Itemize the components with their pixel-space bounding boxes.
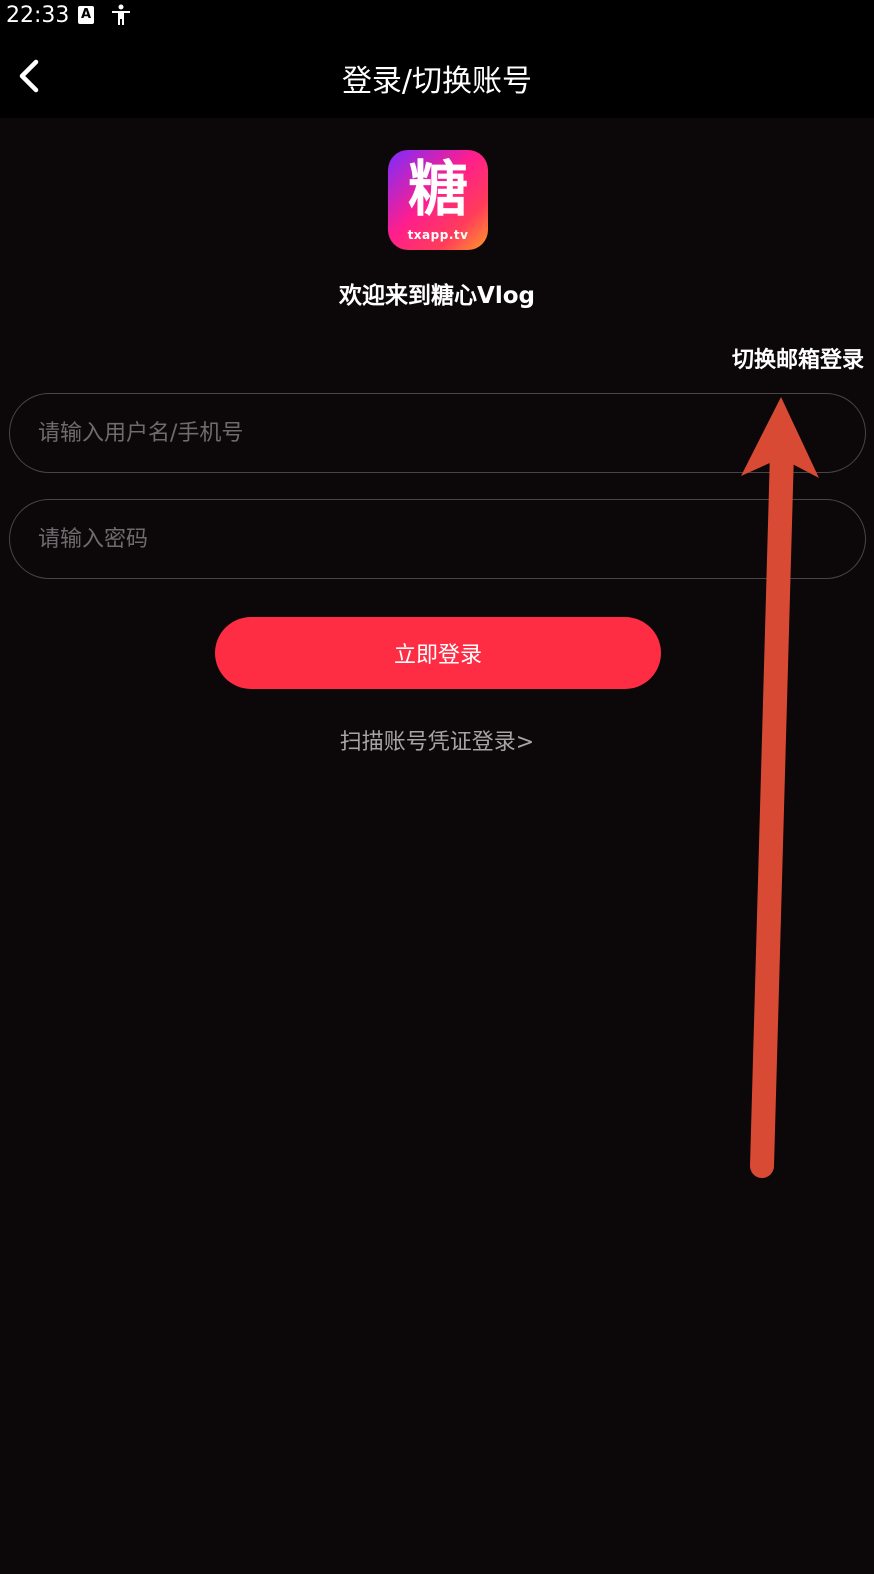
username-input[interactable] [9,393,866,473]
login-button[interactable]: 立即登录 [215,617,661,689]
scan-credential-login-link[interactable]: 扫描账号凭证登录> [0,724,874,756]
switch-email-login-link[interactable]: 切换邮箱登录 [732,342,864,374]
logo-subtitle: txapp.tv [407,228,469,242]
a-badge-label: A [80,7,92,22]
status-time: 22:33 [6,3,70,28]
password-input[interactable] [9,499,866,579]
keyboard-a-icon: A [78,6,94,24]
login-screen: 22:33 A 登录/切换账号 糖 txapp.tv 欢迎来到糖心Vlog 切换… [0,0,874,1574]
status-bar: 22:33 A [0,0,874,34]
header-bar: 登录/切换账号 [0,34,874,118]
accessibility-icon [112,4,130,25]
logo-glyph: 糖 [408,155,468,225]
page-title: 登录/切换账号 [341,64,533,99]
app-logo: 糖 txapp.tv [388,150,488,250]
welcome-text: 欢迎来到糖心Vlog [339,283,535,309]
